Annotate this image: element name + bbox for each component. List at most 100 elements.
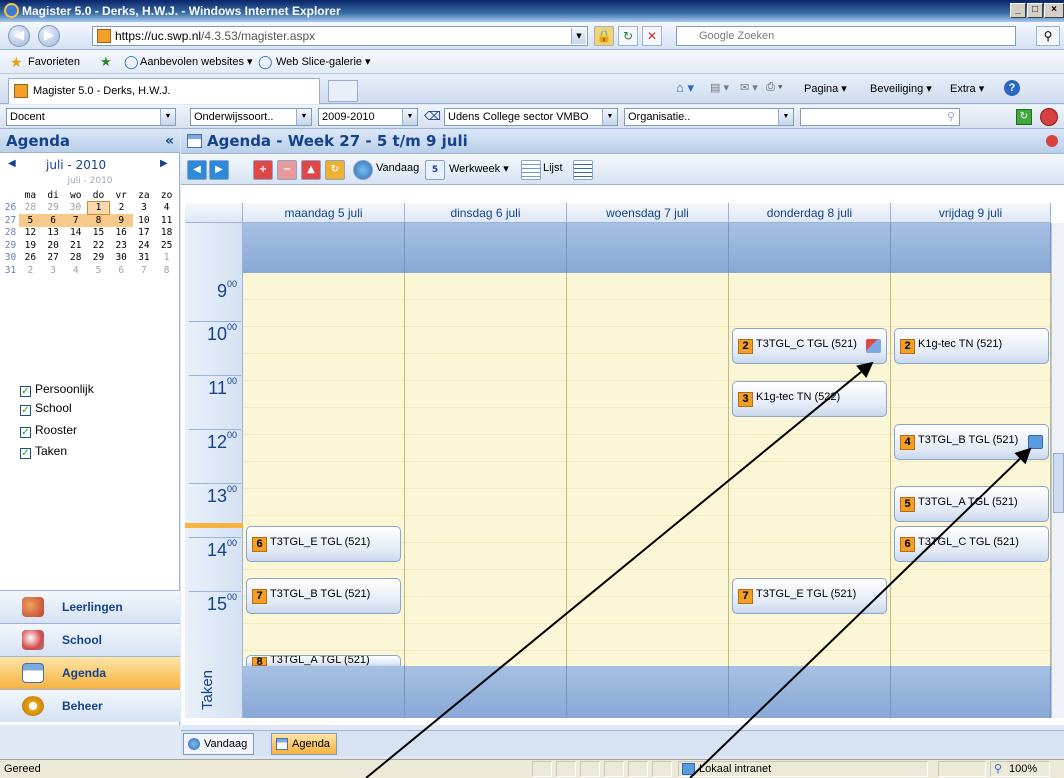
edit-appointment-icon[interactable] [866,339,881,353]
week-number[interactable]: 27 [2,214,19,227]
day-column[interactable] [567,273,729,666]
calendar-scrollbar[interactable] [1051,273,1064,666]
refresh-icon[interactable]: ↻ [618,26,638,46]
calendar-day[interactable]: 21 [64,239,87,252]
extra-menu[interactable]: Extra ▾ [950,82,984,95]
calendar-day[interactable]: 30 [64,202,87,215]
url-field[interactable]: https://uc.swp.nl/4.3.53/magister.aspx ▼ [92,26,588,46]
close-icon[interactable] [1046,135,1058,147]
add-favorite-icon[interactable]: ★ [100,50,112,74]
calendar-day-selected[interactable]: 6 [41,214,65,227]
close-window-button[interactable]: × [1044,3,1064,18]
calendar-day[interactable]: 5 [87,264,110,277]
appointment[interactable]: 2 K1g-tec TN (521) [894,328,1049,364]
day-column[interactable] [405,273,567,666]
calendar-day[interactable]: 19 [19,239,42,252]
role-select[interactable]: Docent ▼ [6,108,176,126]
page-menu[interactable]: Pagina ▾ [804,82,847,95]
allday-scrollbar[interactable] [1051,223,1064,273]
calendar-day[interactable]: 20 [42,239,65,252]
appointment[interactable]: 3 K1g-tec TN (522) [732,381,887,417]
favorites-button[interactable]: Favorieten [28,50,80,74]
calendar-day[interactable]: 10 [133,214,156,227]
checkbox-checked-icon[interactable]: ✓ [20,427,31,438]
maximize-button[interactable]: □ [1027,3,1043,18]
new-tab-button[interactable] [328,80,358,102]
appointment[interactable]: 6 T3TGL_C TGL (521) [894,526,1049,562]
calendar-day[interactable]: 4 [155,202,178,215]
calendar-day-selected[interactable]: 5 [19,214,42,227]
calendar-day[interactable]: 1 [155,252,178,265]
calendar-day[interactable]: 22 [87,239,110,252]
protected-mode-icon[interactable] [938,761,986,777]
add-appointment-button[interactable]: + [253,160,273,180]
appointment[interactable]: 6 T3TGL_E TGL (521) [246,526,401,562]
search-input[interactable]: Google Zoeken [676,26,1016,46]
calendar-day[interactable]: 8 [155,264,178,277]
next-week-button[interactable]: ▶ [209,160,229,180]
calendar-day[interactable]: 24 [133,239,156,252]
calendar-day[interactable]: 29 [87,252,110,265]
organisation-select[interactable]: Organisatie.. ▼ [624,108,794,126]
web-slice-link[interactable]: Web Slice-galerie ▾ [276,50,371,74]
allday-cell[interactable] [243,223,405,273]
scrollbar-thumb[interactable] [1053,453,1064,513]
calendar-day[interactable]: 18 [155,227,178,240]
day-header[interactable]: woensdag 7 juli [567,203,729,223]
tasks-scrollbar[interactable] [1051,666,1064,718]
appointment[interactable]: 7 T3TGL_B TGL (521) [246,578,401,614]
day-header[interactable]: vrijdag 9 juli [891,203,1051,223]
back-button[interactable]: ◀ [8,25,30,47]
checkbox-checked-icon[interactable]: ✓ [20,448,31,459]
refresh-app-icon[interactable]: ↻ [1016,109,1032,125]
nav-beheer[interactable]: Beheer [0,689,180,722]
calendar-day-selected[interactable]: 7 [64,214,88,227]
filter-rooster[interactable]: ✓ Rooster [20,421,77,439]
calendar-day[interactable]: 27 [42,252,65,265]
calendar-day[interactable]: 28 [19,202,42,215]
allday-cell[interactable] [405,223,567,273]
tasks-cell[interactable] [243,666,405,718]
calendar-day[interactable]: 16 [110,227,133,240]
checkbox-checked-icon[interactable]: ✓ [20,386,31,397]
zoom-control[interactable]: ⚲ 100% [990,761,1050,777]
week-number[interactable]: 31 [2,264,19,277]
school-year-select[interactable]: 2009-2010 ▼ [318,108,418,126]
today-button[interactable]: Vandaag [376,162,419,174]
calendar-day[interactable]: 14 [64,227,87,240]
eraser-icon[interactable]: ⌫ [424,109,441,123]
details-view-icon[interactable] [573,160,593,180]
search-icon[interactable]: ⚲ [1036,26,1060,46]
calendar-day[interactable]: 2 [110,202,133,215]
next-month-button[interactable]: ▶ [160,158,168,169]
today-icon[interactable] [353,160,373,180]
homework-icon[interactable] [1028,435,1043,449]
delete-appointment-button[interactable]: − [277,160,297,180]
appointment[interactable]: 7 T3TGL_E TGL (521) [732,578,887,614]
calendar-day[interactable]: 3 [42,264,65,277]
browser-tab[interactable]: Magister 5.0 - Derks, H.W.J. [8,78,320,104]
calendar-day-selected[interactable]: 8 [87,214,110,227]
school-select[interactable]: Udens College sector VMBO ▼ [444,108,618,126]
lock-icon[interactable]: 🔒 [594,26,614,46]
appointment[interactable]: 2 T3TGL_C TGL (521) [732,328,887,364]
calendar-day[interactable]: 30 [110,252,133,265]
tasks-cell[interactable] [891,666,1051,718]
list-view-icon[interactable] [521,160,541,180]
logout-icon[interactable] [1040,108,1058,126]
workweek-icon[interactable]: 5 [425,160,445,180]
appointment[interactable]: 8 T3TGL_A TGL (521) [246,655,401,666]
filter-taken[interactable]: ✓ Taken [20,442,67,460]
url-dropdown-icon[interactable]: ▼ [571,28,586,44]
calendar-day[interactable]: 26 [19,252,42,265]
calendar-day-selected[interactable]: 9 [109,214,133,227]
collapse-panel-button[interactable]: « [165,129,174,153]
week-number[interactable]: 30 [2,252,19,265]
appointment[interactable]: 4 T3TGL_B TGL (521) [894,424,1049,460]
home-icon[interactable]: ⌂ ▾ [676,80,694,96]
day-header[interactable]: donderdag 8 juli [729,203,891,223]
week-number[interactable]: 28 [2,227,19,240]
calendar-day[interactable]: 7 [133,264,156,277]
tab-vandaag[interactable]: Vandaag [183,733,255,755]
tasks-cell[interactable] [567,666,729,718]
